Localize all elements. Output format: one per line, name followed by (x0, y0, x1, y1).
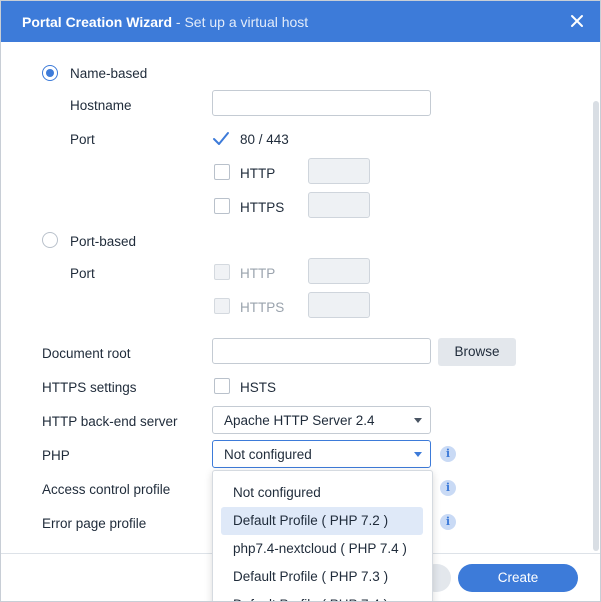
dialog-title: Portal Creation Wizard - Set up a virtua… (22, 14, 308, 30)
access-control-info-icon[interactable]: i (440, 480, 456, 496)
port-based-http-input[interactable] (308, 258, 370, 284)
browse-button[interactable]: Browse (438, 338, 516, 366)
port-based-http-label: HTTP (240, 266, 276, 281)
hsts-checkbox[interactable] (214, 378, 230, 394)
error-page-info-icon[interactable]: i (440, 514, 456, 530)
error-page-label: Error page profile (42, 516, 147, 531)
https-port-input[interactable] (308, 192, 370, 218)
port-based-label: Port-based (70, 234, 137, 249)
backend-select-value: Apache HTTP Server 2.4 (224, 413, 375, 428)
name-based-radio[interactable] (42, 65, 58, 81)
vertical-scrollbar[interactable] (593, 101, 599, 551)
backend-select[interactable]: Apache HTTP Server 2.4 (212, 406, 431, 434)
hostname-label: Hostname (70, 98, 132, 113)
document-root-label: Document root (42, 346, 131, 361)
dialog-title-text: Portal Creation Wizard (22, 14, 173, 30)
php-label: PHP (42, 448, 70, 463)
php-option[interactable]: Default Profile ( PHP 7.2 ) (221, 507, 423, 535)
http-checkbox[interactable] (214, 164, 230, 180)
port-80-443-label: 80 / 443 (240, 132, 289, 147)
hsts-label: HSTS (240, 380, 277, 395)
portal-creation-dialog: Portal Creation Wizard - Set up a virtua… (0, 0, 601, 602)
php-dropdown-menu: Not configured Default Profile ( PHP 7.2… (212, 470, 433, 601)
php-select-value: Not configured (224, 447, 312, 462)
backend-label: HTTP back-end server (42, 414, 178, 429)
port-based-radio[interactable] (42, 232, 58, 248)
port-based-http-checkbox[interactable] (214, 264, 230, 280)
port-label: Port (70, 132, 95, 147)
document-root-input[interactable] (212, 338, 431, 364)
port-based-https-label: HTTPS (240, 300, 285, 315)
php-option[interactable]: Default Profile ( PHP 7.4 ) (221, 591, 423, 601)
php-option[interactable]: Default Profile ( PHP 7.3 ) (221, 563, 423, 591)
php-info-icon[interactable]: i (440, 446, 456, 462)
https-label: HTTPS (240, 200, 285, 215)
dialog-subtitle: - Set up a virtual host (172, 14, 309, 30)
php-option[interactable]: Not configured (221, 479, 423, 507)
name-based-label: Name-based (70, 66, 148, 81)
close-icon (571, 15, 583, 27)
port-based-https-input[interactable] (308, 292, 370, 318)
php-select[interactable]: Not configured (212, 440, 431, 468)
port-based-port-label: Port (70, 266, 95, 281)
https-checkbox[interactable] (214, 198, 230, 214)
hostname-input[interactable] (212, 90, 431, 116)
checkmark-icon[interactable] (212, 130, 230, 148)
create-button[interactable]: Create (458, 564, 578, 592)
port-based-https-checkbox[interactable] (214, 298, 230, 314)
chevron-down-icon (414, 418, 422, 423)
https-settings-label: HTTPS settings (42, 380, 137, 395)
dialog-titlebar: Portal Creation Wizard - Set up a virtua… (1, 1, 600, 42)
http-port-input[interactable] (308, 158, 370, 184)
close-button[interactable] (566, 10, 588, 32)
http-label: HTTP (240, 166, 276, 181)
php-option[interactable]: php7.4-nextcloud ( PHP 7.4 ) (221, 535, 423, 563)
access-control-label: Access control profile (42, 482, 171, 497)
chevron-down-icon (414, 452, 422, 457)
